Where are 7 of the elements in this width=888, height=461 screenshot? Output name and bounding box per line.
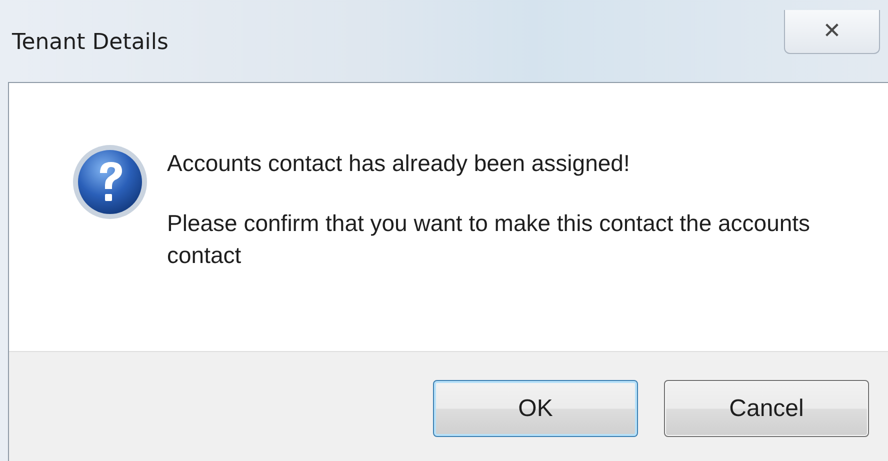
ok-button[interactable]: OK [433, 380, 638, 437]
message-heading: Accounts contact has already been assigned! [167, 149, 631, 178]
window-title: Tenant Details [12, 30, 168, 55]
question-icon [71, 143, 149, 221]
message-text: Please confirm that you want to make this contact the accounts contact [167, 209, 812, 270]
close-button[interactable]: ✕ [784, 10, 880, 54]
cancel-button[interactable]: Cancel [664, 380, 869, 437]
